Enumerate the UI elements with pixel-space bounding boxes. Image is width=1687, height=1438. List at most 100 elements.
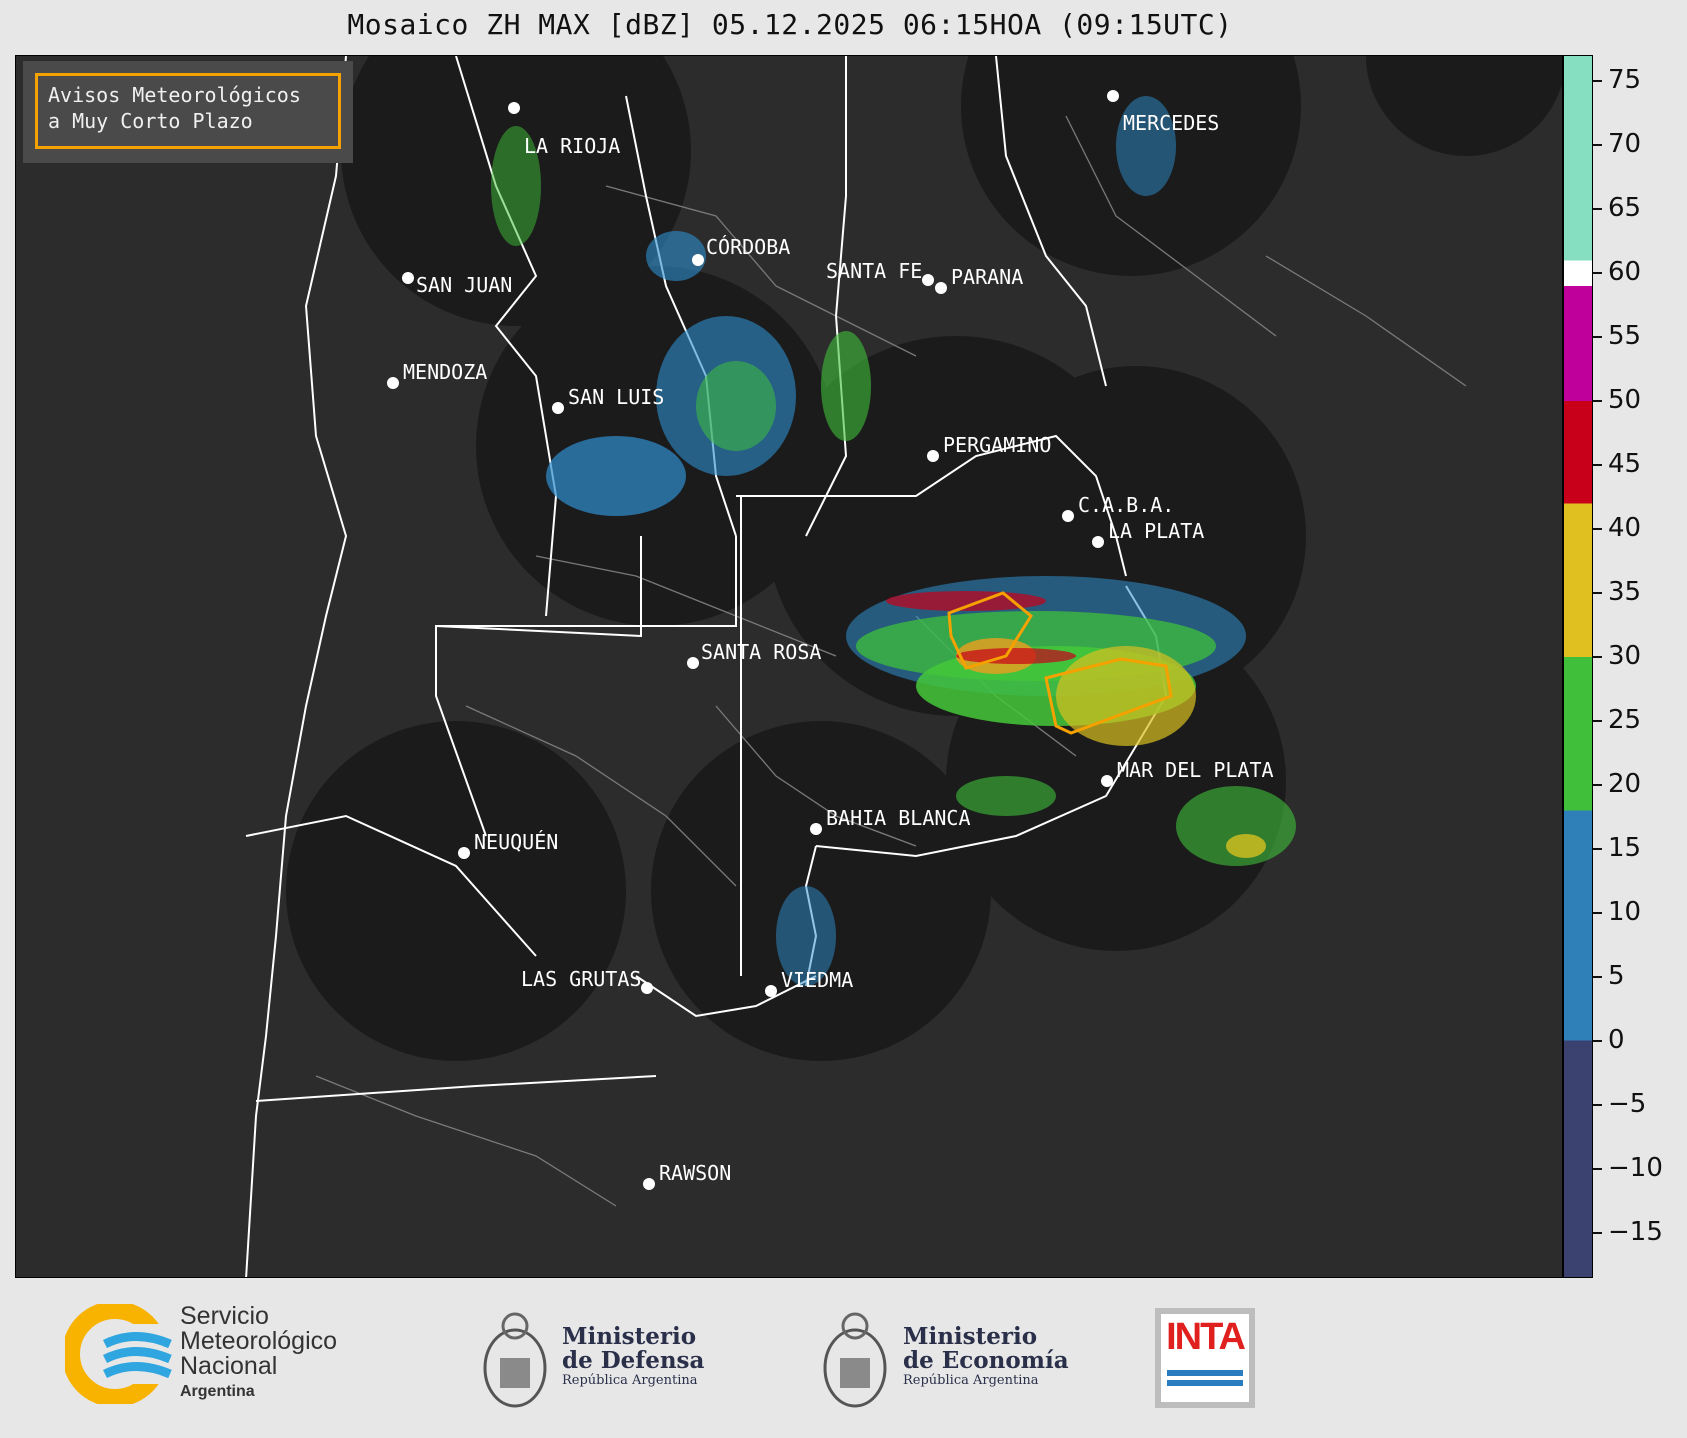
colorbar-tick: [1593, 1232, 1602, 1235]
city-label: LAS GRUTAS: [521, 967, 641, 991]
city-dot: [922, 274, 934, 286]
city-dot: [641, 982, 653, 994]
colorbar-tick-label: 40: [1608, 512, 1642, 543]
colorbar-tick: [1593, 463, 1602, 466]
colorbar-tick-label: 10: [1608, 897, 1642, 928]
colorbar-tick-label: −15: [1608, 1217, 1663, 1248]
city-rawson: RAWSON: [643, 1161, 731, 1190]
legend-line-2: a Muy Corto Plazo: [48, 109, 253, 133]
radar-map[interactable]: LA RIOJA MERCEDES SAN JUAN CÓRDOBA SANTA FE P…: [15, 55, 1563, 1278]
colorbar-tick-label: 60: [1608, 256, 1642, 287]
colorbar-tick-label: 25: [1608, 704, 1642, 735]
colorbar-tick: [1593, 1040, 1602, 1043]
economia-line-1: Ministerio: [903, 1323, 1038, 1350]
colorbar-tick-label: 65: [1608, 192, 1642, 223]
colorbar-tick: [1593, 912, 1602, 915]
smn-line-3: Nacional: [180, 1352, 278, 1380]
defensa-line-2: de Defensa: [562, 1347, 705, 1374]
city-santa-fe: SANTA FE: [826, 259, 934, 286]
city-label: LA PLATA: [1108, 519, 1204, 543]
colorbar-tick-label: −5: [1608, 1089, 1647, 1120]
colorbar-tick-label: 55: [1608, 320, 1642, 351]
smn-logo-text: Servicio Meteorológico Nacional Argentin…: [180, 1304, 337, 1404]
colorbar-tick: [1593, 527, 1602, 530]
radar-coverage: [286, 56, 1562, 1061]
colorbar-tick-label: 20: [1608, 768, 1642, 799]
colorbar-tick: [1593, 335, 1602, 338]
colorbar-tick-label: 75: [1608, 64, 1642, 95]
colorbar-tick: [1593, 719, 1602, 722]
city-c-rdoba: CÓRDOBA: [692, 235, 790, 266]
legend-warning-box: Avisos Meteorológicos a Muy Corto Plazo: [35, 73, 341, 149]
city-label: SAN JUAN: [416, 273, 512, 297]
city-dot: [643, 1178, 655, 1190]
city-dot: [1092, 536, 1104, 548]
colorbar-tick: [1593, 847, 1602, 850]
inta-logo-text: INTA: [1166, 1316, 1246, 1358]
city-dot: [402, 272, 414, 284]
city-label: SANTA ROSA: [701, 640, 821, 664]
smn-line-1: Servicio: [180, 1302, 269, 1330]
city-parana: PARANA: [935, 265, 1023, 294]
colorbar-tick: [1593, 143, 1602, 146]
city-dot: [1062, 510, 1074, 522]
city-label: LA RIOJA: [524, 134, 620, 158]
smn-line-2: Meteorológico: [180, 1327, 338, 1355]
coat-of-arms-icon-2: [823, 1312, 887, 1408]
city-santa-rosa: SANTA ROSA: [687, 640, 821, 669]
colorbar-tick-label: 5: [1608, 961, 1625, 992]
city-dot: [387, 377, 399, 389]
smn-logo-icon: [65, 1304, 175, 1404]
coat-of-arms-icon: [483, 1312, 547, 1408]
city-mendoza: MENDOZA: [387, 360, 487, 389]
colorbar-tick: [1593, 655, 1602, 658]
city-dot: [927, 450, 939, 462]
city-las-grutas: LAS GRUTAS: [521, 967, 653, 994]
colorbar-tick: [1593, 79, 1602, 82]
city-dot: [765, 985, 777, 997]
city-label: MERCEDES: [1123, 111, 1219, 135]
dbz-colorbar: [1563, 55, 1593, 1278]
city-dot: [508, 102, 520, 114]
economia-logo-text: Ministerio de Economía República Argenti…: [903, 1323, 1069, 1389]
city-dot: [692, 254, 704, 266]
inta-logo: INTA: [1155, 1308, 1255, 1408]
city-label: MENDOZA: [403, 360, 487, 384]
city-label: BAHIA BLANCA: [826, 806, 971, 830]
colorbar-tick-label: 30: [1608, 640, 1642, 671]
city-dot: [810, 823, 822, 835]
defensa-line-3: República Argentina: [562, 1373, 698, 1388]
colorbar-tick-label: 70: [1608, 128, 1642, 159]
colorbar-tick: [1593, 271, 1602, 274]
economia-line-3: República Argentina: [903, 1373, 1039, 1388]
colorbar-tick: [1593, 591, 1602, 594]
city-label: MAR DEL PLATA: [1117, 758, 1274, 782]
city-label: VIEDMA: [781, 968, 853, 992]
economia-line-2: de Economía: [903, 1347, 1069, 1374]
colorbar-tick-label: 35: [1608, 576, 1642, 607]
colorbar-tick: [1593, 783, 1602, 786]
colorbar-tick: [1593, 1168, 1602, 1171]
city-dot: [1101, 775, 1113, 787]
city-label: SAN LUIS: [568, 385, 664, 409]
smn-line-4: Argentina: [180, 1383, 255, 1400]
city-dot: [1107, 90, 1119, 102]
city-dot: [458, 847, 470, 859]
colorbar-tick: [1593, 399, 1602, 402]
city-label: SANTA FE: [826, 259, 922, 283]
map-canvas: LA RIOJA MERCEDES SAN JUAN CÓRDOBA SANTA FE P…: [245, 56, 1562, 1277]
colorbar-tick: [1593, 1104, 1602, 1107]
logo-strip: Servicio Meteorológico Nacional Argentin…: [0, 1280, 1687, 1438]
city-label: RAWSON: [659, 1161, 731, 1185]
city-label: CÓRDOBA: [706, 235, 790, 259]
city-dot: [552, 402, 564, 414]
city-dot: [935, 282, 947, 294]
city-label: PARANA: [951, 265, 1023, 289]
colorbar-tick: [1593, 207, 1602, 210]
defensa-logo-text: Ministerio de Defensa República Argentin…: [562, 1325, 705, 1389]
city-label: NEUQUÉN: [474, 830, 558, 854]
city-san-juan: SAN JUAN: [402, 272, 512, 297]
colorbar-tick: [1593, 976, 1602, 979]
city-dot: [687, 657, 699, 669]
legend-line-1: Avisos Meteorológicos: [48, 83, 301, 107]
